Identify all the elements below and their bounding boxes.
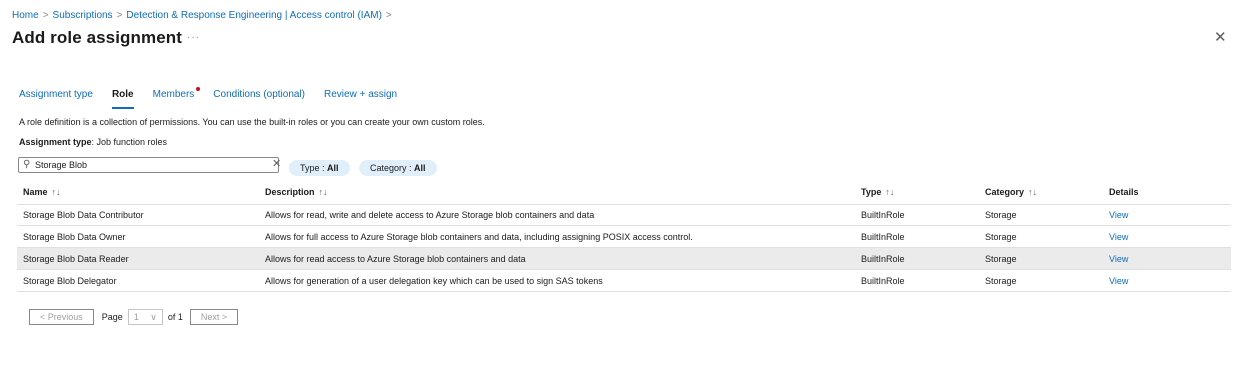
table-row-selected[interactable]: Storage Blob Data Reader Allows for read… <box>17 248 1231 270</box>
assignment-type-text: Assignment type: Job function roles <box>19 137 167 147</box>
search-icon: ⚲ <box>23 159 31 170</box>
previous-page-button[interactable]: < Previous <box>29 309 94 325</box>
view-details-link[interactable]: View <box>1109 232 1128 242</box>
column-header-category-label: Category <box>985 187 1025 197</box>
column-header-description-label: Description <box>265 187 315 197</box>
type-filter-pill[interactable]: Type : All <box>289 160 350 176</box>
category-filter-pill[interactable]: Category : All <box>359 160 437 176</box>
chevron-down-icon: ∨ <box>150 312 157 322</box>
view-details-link[interactable]: View <box>1109 276 1128 286</box>
table-row[interactable]: Storage Blob Delegator Allows for genera… <box>17 270 1231 292</box>
category-filter-value: All <box>414 163 426 173</box>
next-page-button[interactable]: Next > <box>189 309 239 325</box>
column-header-name-label: Name <box>23 187 48 197</box>
role-name: Storage Blob Data Owner <box>23 232 126 242</box>
sort-icon: ↑↓ <box>318 187 328 197</box>
chevron-right-icon: > <box>116 10 123 21</box>
role-name: Storage Blob Data Contributor <box>23 210 144 220</box>
breadcrumb-access-control[interactable]: Detection & Response Engineering | Acces… <box>126 10 382 21</box>
role-description: Allows for read access to Azure Storage … <box>265 254 526 264</box>
chevron-right-icon: > <box>385 10 392 21</box>
clear-search-icon[interactable]: ✕ <box>272 157 281 170</box>
wizard-tabs: Assignment type Role Members Conditions … <box>19 87 416 109</box>
breadcrumb-subscriptions[interactable]: Subscriptions <box>53 10 113 21</box>
tab-review-assign[interactable]: Review + assign <box>324 89 397 105</box>
tab-members[interactable]: Members <box>152 87 201 105</box>
role-category: Storage <box>985 210 1017 220</box>
role-type: BuiltInRole <box>861 232 905 242</box>
more-options-icon[interactable]: ··· <box>187 32 200 43</box>
table-row[interactable]: Storage Blob Data Owner Allows for full … <box>17 226 1231 248</box>
table-row[interactable]: Storage Blob Data Contributor Allows for… <box>17 204 1231 226</box>
role-category: Storage <box>985 232 1017 242</box>
role-category: Storage <box>985 254 1017 264</box>
type-filter-value: All <box>327 163 339 173</box>
sort-icon: ↑↓ <box>885 187 895 197</box>
search-input[interactable] <box>35 159 271 171</box>
role-name: Storage Blob Data Reader <box>23 254 129 264</box>
page-select-value: 1 <box>133 312 139 322</box>
required-dot-icon <box>196 87 201 91</box>
tab-conditions[interactable]: Conditions (optional) <box>213 89 305 105</box>
role-description: Allows for generation of a user delegati… <box>265 276 603 286</box>
pagination: < Previous Page 1 ∨ of 1 Next > <box>29 309 239 325</box>
column-header-type-label: Type <box>861 187 882 197</box>
table-header: Name ↑↓ Description ↑↓ Type ↑↓ Category ↑↓ D… <box>17 180 1231 205</box>
category-filter-label: Category : <box>370 163 415 173</box>
column-header-details: Details <box>1109 187 1139 197</box>
search-box: ⚲ <box>18 157 279 173</box>
column-header-type[interactable]: Type ↑↓ <box>861 187 894 197</box>
sort-icon: ↑↓ <box>1028 187 1038 197</box>
page-count-label: of 1 <box>167 312 183 322</box>
view-details-link[interactable]: View <box>1109 210 1128 220</box>
page-title: Add role assignment <box>12 28 183 47</box>
breadcrumb-home[interactable]: Home <box>12 10 39 21</box>
page-label: Page <box>101 312 123 322</box>
role-description: Allows for full access to Azure Storage … <box>265 232 693 242</box>
sort-icon: ↑↓ <box>51 187 61 197</box>
page-select[interactable]: 1 ∨ <box>127 309 163 325</box>
column-header-name[interactable]: Name ↑↓ <box>23 187 61 197</box>
role-type: BuiltInRole <box>861 276 905 286</box>
tab-members-label: Members <box>152 89 195 100</box>
tab-assignment-type[interactable]: Assignment type <box>19 89 93 105</box>
close-icon[interactable]: ✕ <box>1214 30 1227 45</box>
view-details-link[interactable]: View <box>1109 254 1128 264</box>
assignment-type-value: : Job function roles <box>91 137 168 147</box>
breadcrumb: Home > Subscriptions > Detection & Response … <box>12 10 396 21</box>
column-header-description[interactable]: Description ↑↓ <box>265 187 328 197</box>
column-header-category[interactable]: Category ↑↓ <box>985 187 1037 197</box>
assignment-type-label: Assignment type <box>19 137 92 147</box>
role-type: BuiltInRole <box>861 210 905 220</box>
role-description-text: A role definition is a collection of per… <box>19 117 485 127</box>
role-type: BuiltInRole <box>861 254 905 264</box>
type-filter-label: Type : <box>300 163 328 173</box>
role-description: Allows for read, write and delete access… <box>265 210 595 220</box>
chevron-right-icon: > <box>42 10 49 21</box>
role-name: Storage Blob Delegator <box>23 276 117 286</box>
tab-role[interactable]: Role <box>111 89 134 109</box>
role-category: Storage <box>985 276 1017 286</box>
